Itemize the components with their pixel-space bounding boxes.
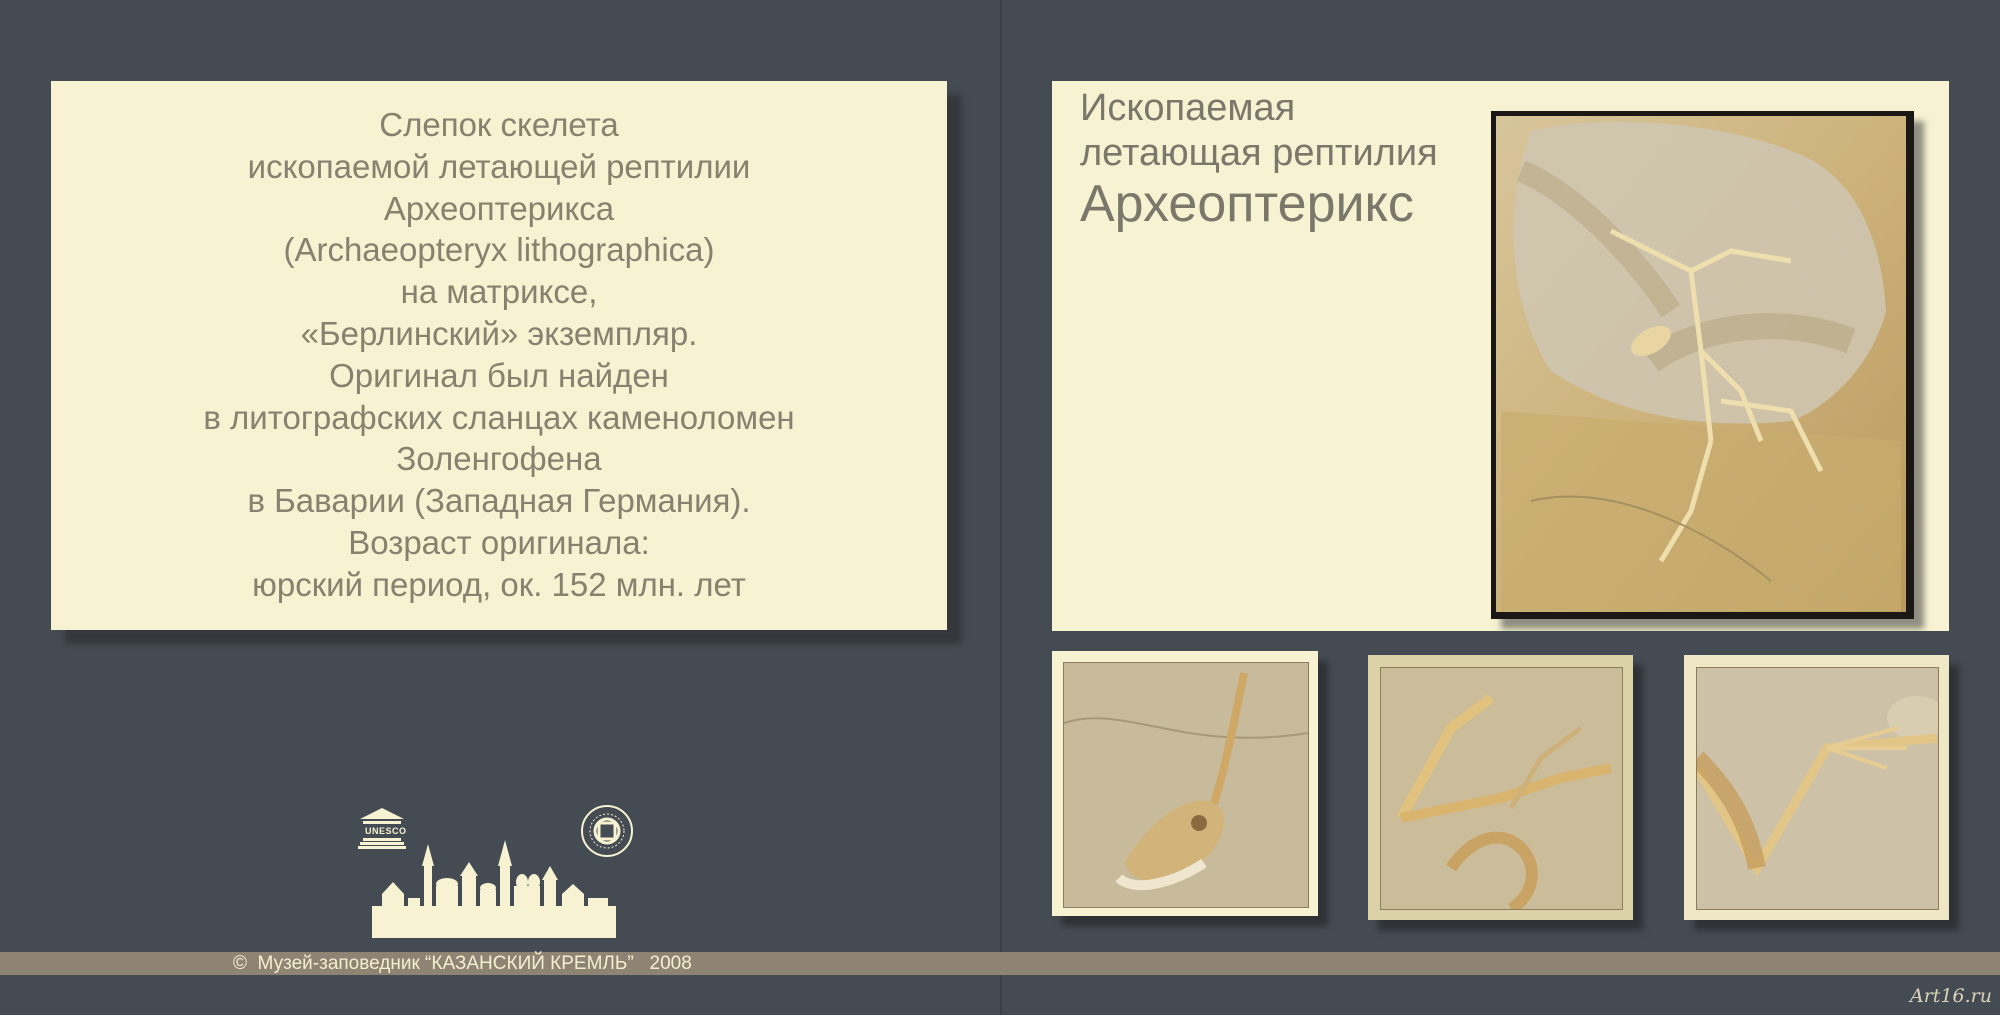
description-line: в литографских сланцах каменоломен: [203, 398, 795, 436]
description-line: Слепок скелета: [379, 106, 619, 143]
description-line: ископаемой летающей рептилии: [247, 147, 751, 185]
description-line: в Баварии (Западная Германия).: [247, 482, 751, 520]
fossil-detail-foot: [1684, 655, 1949, 920]
title-heading: Археоптерикс: [1080, 175, 1414, 233]
title-subheading: Ископаемая летающая рептилия: [1080, 86, 1438, 176]
description-line: Оригинал был найден: [329, 356, 669, 394]
kazan-kremlin-icon: [372, 836, 616, 938]
title-line-2: летающая рептилия: [1080, 132, 1438, 174]
description-line: «Берлинский» экземпляр.: [300, 314, 698, 352]
watermark: Art16.ru: [1910, 985, 1992, 1007]
fossil-detail-skull: [1052, 651, 1318, 916]
description-line: (Archaeopteryx lithographica): [283, 231, 715, 269]
copyright-text: © Музей-заповедник “КАЗАНСКИЙ КРЕМЛЬ” 20…: [233, 953, 692, 974]
fossil-detail-legs: [1368, 655, 1633, 920]
description-line: Золенгофена: [396, 440, 602, 478]
page-fold-divider: [1000, 0, 1002, 1015]
description-line: юрский период, ок. 152 млн. лет: [252, 565, 746, 603]
description-line: Археоптерикса: [383, 189, 615, 227]
unesco-label: UNESCO: [365, 826, 407, 836]
fossil-main-photo: [1491, 111, 1914, 619]
description-text: Слепок скелета ископаемой летающей репти…: [51, 104, 947, 606]
description-line: на матриксе,: [400, 273, 598, 311]
description-line: Возраст оригинала:: [348, 523, 650, 561]
title-line-1: Ископаемая: [1080, 87, 1296, 129]
